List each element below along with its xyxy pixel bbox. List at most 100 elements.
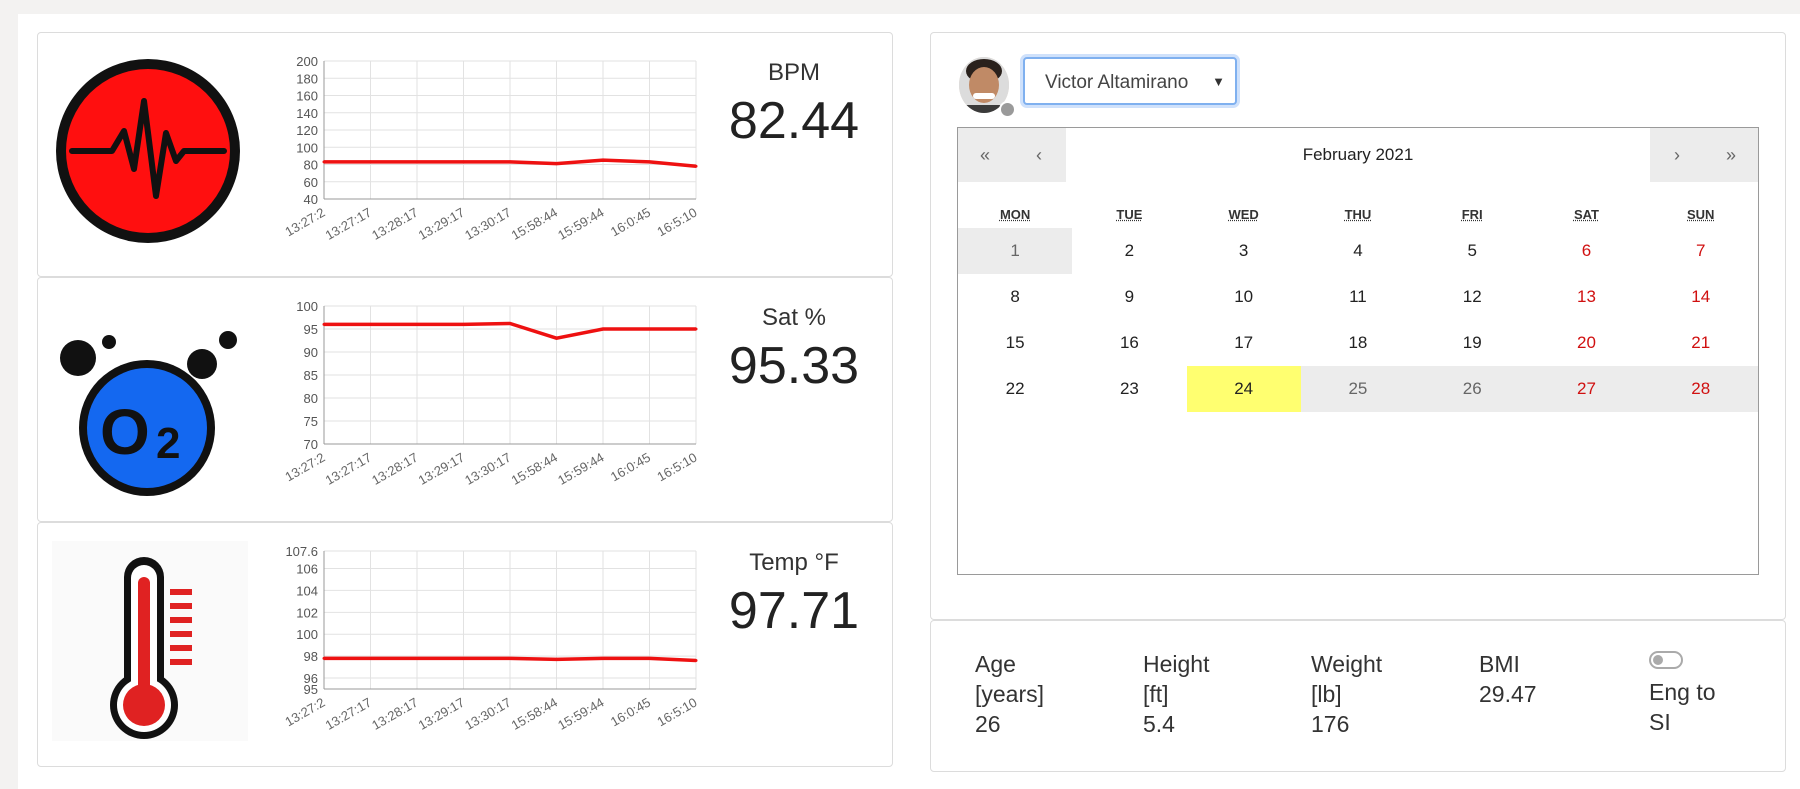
chart-x-tick-label: 13:27:2	[282, 205, 327, 240]
chart-data-point	[601, 327, 605, 331]
weekday-tue: TUE	[1116, 206, 1143, 222]
chart-y-tick-label: 75	[304, 414, 318, 429]
calendar-title[interactable]: February 2021	[1066, 128, 1650, 182]
calendar-day[interactable]: 1	[958, 228, 1073, 274]
temp-label: Temp °F	[749, 549, 839, 576]
weekday-sun: SUN	[1687, 206, 1715, 222]
calendar-day[interactable]: 19	[1415, 320, 1529, 366]
chart-y-tick-label: 106	[296, 562, 318, 577]
chart-data-point	[415, 160, 419, 164]
calendar-day[interactable]: 15	[958, 320, 1072, 366]
chart-y-tick-label: 200	[296, 54, 318, 69]
chart-data-point	[508, 321, 512, 325]
svg-text:2: 2	[156, 419, 180, 468]
calendar-day-today[interactable]: 24	[1186, 366, 1301, 412]
calendar-day[interactable]: 4	[1301, 228, 1415, 274]
calendar-week: 8 9 10 11 12 13 14	[958, 274, 1758, 320]
top-bar	[0, 0, 1800, 15]
calendar-day[interactable]: 17	[1187, 320, 1301, 366]
heartbeat-icon	[52, 51, 248, 251]
calendar-day[interactable]: 3	[1187, 228, 1301, 274]
chart-y-tick-label: 90	[304, 345, 318, 360]
next-year-button[interactable]: »	[1704, 128, 1758, 182]
chart-data-point	[369, 160, 372, 164]
weekday-wed: WED	[1228, 206, 1259, 222]
calendar-day[interactable]: 8	[958, 274, 1072, 320]
chart-y-tick-label: 40	[304, 192, 318, 207]
calendar-day[interactable]: 28	[1643, 366, 1758, 412]
chart-x-tick-label: 15:59:44	[555, 695, 606, 733]
chart-y-tick-label: 104	[296, 583, 318, 598]
calendar-day[interactable]: 21	[1644, 320, 1758, 366]
chart-x-tick-label: 13:28:17	[369, 695, 420, 733]
calendar-day[interactable]: 16	[1072, 320, 1186, 366]
calendar-day[interactable]: 13	[1529, 274, 1643, 320]
toggle-knob	[1653, 655, 1663, 665]
chart-data-point	[555, 657, 558, 661]
weight-unit: [lb]	[1311, 681, 1342, 707]
chart-x-tick-label: 13:29:17	[416, 205, 467, 243]
calendar-day[interactable]: 26	[1415, 366, 1530, 412]
calendar-day[interactable]: 2	[1072, 228, 1186, 274]
age-unit: [years]	[975, 681, 1045, 707]
calendar-day[interactable]: 12	[1415, 274, 1529, 320]
bmi-label: BMI	[1479, 651, 1520, 677]
chart-x-tick-label: 15:58:44	[509, 205, 560, 243]
patient-select-value: Victor Altamirano	[1045, 72, 1189, 93]
chart-y-tick-label: 102	[296, 605, 318, 620]
prev-month-button[interactable]: ‹	[1012, 128, 1066, 182]
calendar-day[interactable]: 22	[958, 366, 1072, 412]
chart-y-tick-label: 100	[296, 299, 318, 314]
chart-data-point	[369, 322, 372, 326]
chart-data-point	[648, 656, 651, 660]
units-toggle-label: Eng to SI	[1649, 677, 1716, 737]
height-value: 5.4	[1143, 711, 1175, 737]
chart-y-tick-label: 140	[296, 106, 318, 121]
calendar-day[interactable]: 25	[1300, 366, 1416, 412]
chart-x-tick-label: 13:28:17	[369, 450, 420, 488]
bpm-value: 82.44	[728, 92, 860, 150]
calendar-day[interactable]: 18	[1301, 320, 1415, 366]
chart-y-tick-label: 98	[304, 649, 318, 664]
chart-y-tick-label: 60	[304, 175, 318, 190]
calendar-day[interactable]: 14	[1644, 274, 1758, 320]
calendar-day[interactable]: 23	[1072, 366, 1186, 412]
temp-card: 13:27:2 13:27:17 13:28:17 13:29:17 13:30:17 1…	[37, 522, 893, 767]
calendar-day[interactable]: 11	[1301, 274, 1415, 320]
calendar-day[interactable]: 10	[1187, 274, 1301, 320]
calendar-day[interactable]: 7	[1644, 228, 1758, 274]
chart-x-tick-label: 16:5:10	[654, 450, 698, 485]
calendar-week: 1 2 3 4 5 6 7	[958, 228, 1758, 274]
status-indicator	[999, 101, 1016, 118]
units-toggle[interactable]	[1649, 651, 1683, 669]
chart-x-tick-label: 13:27:17	[323, 695, 374, 733]
weekday-thu: THU	[1344, 206, 1372, 222]
chart-data-point	[601, 656, 605, 660]
chart-data-point	[322, 656, 326, 660]
prev-year-button[interactable]: «	[958, 128, 1012, 182]
chart-data-point	[508, 160, 512, 164]
sat-chart: 13:27:213:27:1713:28:1713:29:1713:30:171…	[282, 299, 698, 488]
chart-data-point	[415, 322, 419, 326]
chart-x-tick-label: 13:28:17	[369, 205, 420, 243]
calendar-day[interactable]: 20	[1529, 320, 1643, 366]
age-label: Age	[975, 651, 1016, 677]
chart-x-tick-label: 13:27:17	[323, 205, 374, 243]
calendar-day[interactable]: 27	[1529, 366, 1644, 412]
age-value: 26	[975, 711, 1001, 737]
chart-y-tick-label: 80	[304, 158, 318, 173]
calendar-day[interactable]: 5	[1415, 228, 1529, 274]
chart-x-tick-label: 16:0:45	[608, 450, 653, 485]
chart-y-tick-label: 85	[304, 368, 318, 383]
patient-select[interactable]: Victor Altamirano ▼	[1023, 57, 1237, 105]
chart-data-point	[462, 160, 465, 164]
next-month-button[interactable]: ›	[1650, 128, 1704, 182]
chart-x-tick-label: 16:5:10	[654, 205, 698, 240]
chart-data-point	[694, 327, 698, 331]
height-label: Height	[1143, 651, 1210, 677]
calendar-day[interactable]: 6	[1529, 228, 1643, 274]
patient-card: Victor Altamirano ▼ « ‹ February 2021 › …	[930, 32, 1786, 620]
calendar-week: 22 23 24 25 26 27 28	[958, 366, 1758, 412]
calendar-day[interactable]: 9	[1072, 274, 1186, 320]
chart-y-tick-label: 100	[296, 627, 318, 642]
